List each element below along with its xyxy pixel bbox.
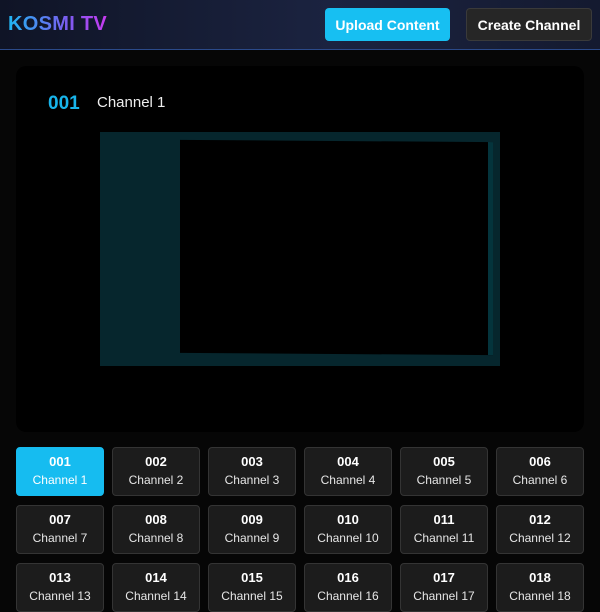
channel-grid: 001 Channel 1 002 Channel 2 003 Channel 3 004 C… bbox=[16, 447, 584, 612]
channel-tile-number: 008 bbox=[145, 512, 167, 527]
channel-tile-017[interactable]: 017 Channel 17 bbox=[400, 563, 488, 612]
tv-screen[interactable] bbox=[100, 132, 500, 366]
channel-tile-name: Channel 1 bbox=[32, 473, 88, 487]
channel-tile-004[interactable]: 004 Channel 4 bbox=[304, 447, 392, 496]
channel-tile-number: 012 bbox=[529, 512, 551, 527]
channel-tile-number: 006 bbox=[529, 454, 551, 469]
channel-tile-number: 013 bbox=[49, 570, 71, 585]
channel-tile-name: Channel 10 bbox=[317, 531, 379, 545]
channel-tile-number: 003 bbox=[241, 454, 263, 469]
channel-tile-name: Channel 3 bbox=[224, 473, 280, 487]
tv-screen-display bbox=[180, 139, 493, 356]
channel-tile-number: 005 bbox=[433, 454, 455, 469]
channel-tile-013[interactable]: 013 Channel 13 bbox=[16, 563, 104, 612]
channel-tile-015[interactable]: 015 Channel 15 bbox=[208, 563, 296, 612]
channel-tile-name: Channel 6 bbox=[512, 473, 568, 487]
upload-content-button[interactable]: Upload Content bbox=[325, 8, 450, 41]
channel-tile-number: 010 bbox=[337, 512, 359, 527]
channel-tile-name: Channel 13 bbox=[29, 589, 91, 603]
channel-tile-008[interactable]: 008 Channel 8 bbox=[112, 505, 200, 554]
channel-tile-number: 014 bbox=[145, 570, 167, 585]
channel-tile-number: 007 bbox=[49, 512, 71, 527]
channel-tile-010[interactable]: 010 Channel 10 bbox=[304, 505, 392, 554]
channel-tile-number: 004 bbox=[337, 454, 359, 469]
current-channel-name: Channel 1 bbox=[97, 94, 166, 111]
channel-player: 001 Channel 1 bbox=[16, 66, 584, 432]
channel-tile-name: Channel 14 bbox=[125, 589, 187, 603]
channel-tile-014[interactable]: 014 Channel 14 bbox=[112, 563, 200, 612]
channel-tile-name: Channel 8 bbox=[128, 531, 184, 545]
channel-tile-name: Channel 2 bbox=[128, 473, 184, 487]
app-logo[interactable]: KOSMI TV bbox=[8, 13, 107, 36]
channel-tile-003[interactable]: 003 Channel 3 bbox=[208, 447, 296, 496]
channel-tile-018[interactable]: 018 Channel 18 bbox=[496, 563, 584, 612]
channel-tile-016[interactable]: 016 Channel 16 bbox=[304, 563, 392, 612]
channel-tile-name: Channel 16 bbox=[317, 589, 379, 603]
channel-tile-number: 001 bbox=[49, 454, 71, 469]
channel-tile-name: Channel 18 bbox=[509, 589, 571, 603]
channel-tile-name: Channel 5 bbox=[416, 473, 472, 487]
current-channel-number: 001 bbox=[48, 93, 80, 114]
channel-tile-name: Channel 12 bbox=[509, 531, 571, 545]
channel-tile-006[interactable]: 006 Channel 6 bbox=[496, 447, 584, 496]
channel-tile-002[interactable]: 002 Channel 2 bbox=[112, 447, 200, 496]
channel-tile-number: 009 bbox=[241, 512, 263, 527]
channel-tile-name: Channel 11 bbox=[413, 531, 475, 545]
channel-tile-009[interactable]: 009 Channel 9 bbox=[208, 505, 296, 554]
channel-tile-name: Channel 17 bbox=[413, 589, 475, 603]
channel-tile-005[interactable]: 005 Channel 5 bbox=[400, 447, 488, 496]
channel-tile-name: Channel 4 bbox=[320, 473, 376, 487]
channel-tile-number: 018 bbox=[529, 570, 551, 585]
channel-tile-007[interactable]: 007 Channel 7 bbox=[16, 505, 104, 554]
channel-tile-number: 017 bbox=[433, 570, 455, 585]
channel-tile-number: 011 bbox=[433, 512, 455, 527]
channel-tile-number: 002 bbox=[145, 454, 167, 469]
channel-tile-011[interactable]: 011 Channel 11 bbox=[400, 505, 488, 554]
channel-tile-name: Channel 15 bbox=[221, 589, 283, 603]
top-bar: KOSMI TV Upload Content Create Channel bbox=[0, 0, 600, 50]
create-channel-button[interactable]: Create Channel bbox=[466, 8, 592, 41]
channel-tile-number: 015 bbox=[241, 570, 263, 585]
channel-tile-name: Channel 9 bbox=[224, 531, 280, 545]
channel-tile-001[interactable]: 001 Channel 1 bbox=[16, 447, 104, 496]
channel-tile-number: 016 bbox=[337, 570, 359, 585]
channel-tile-name: Channel 7 bbox=[32, 531, 88, 545]
channel-tile-012[interactable]: 012 Channel 12 bbox=[496, 505, 584, 554]
